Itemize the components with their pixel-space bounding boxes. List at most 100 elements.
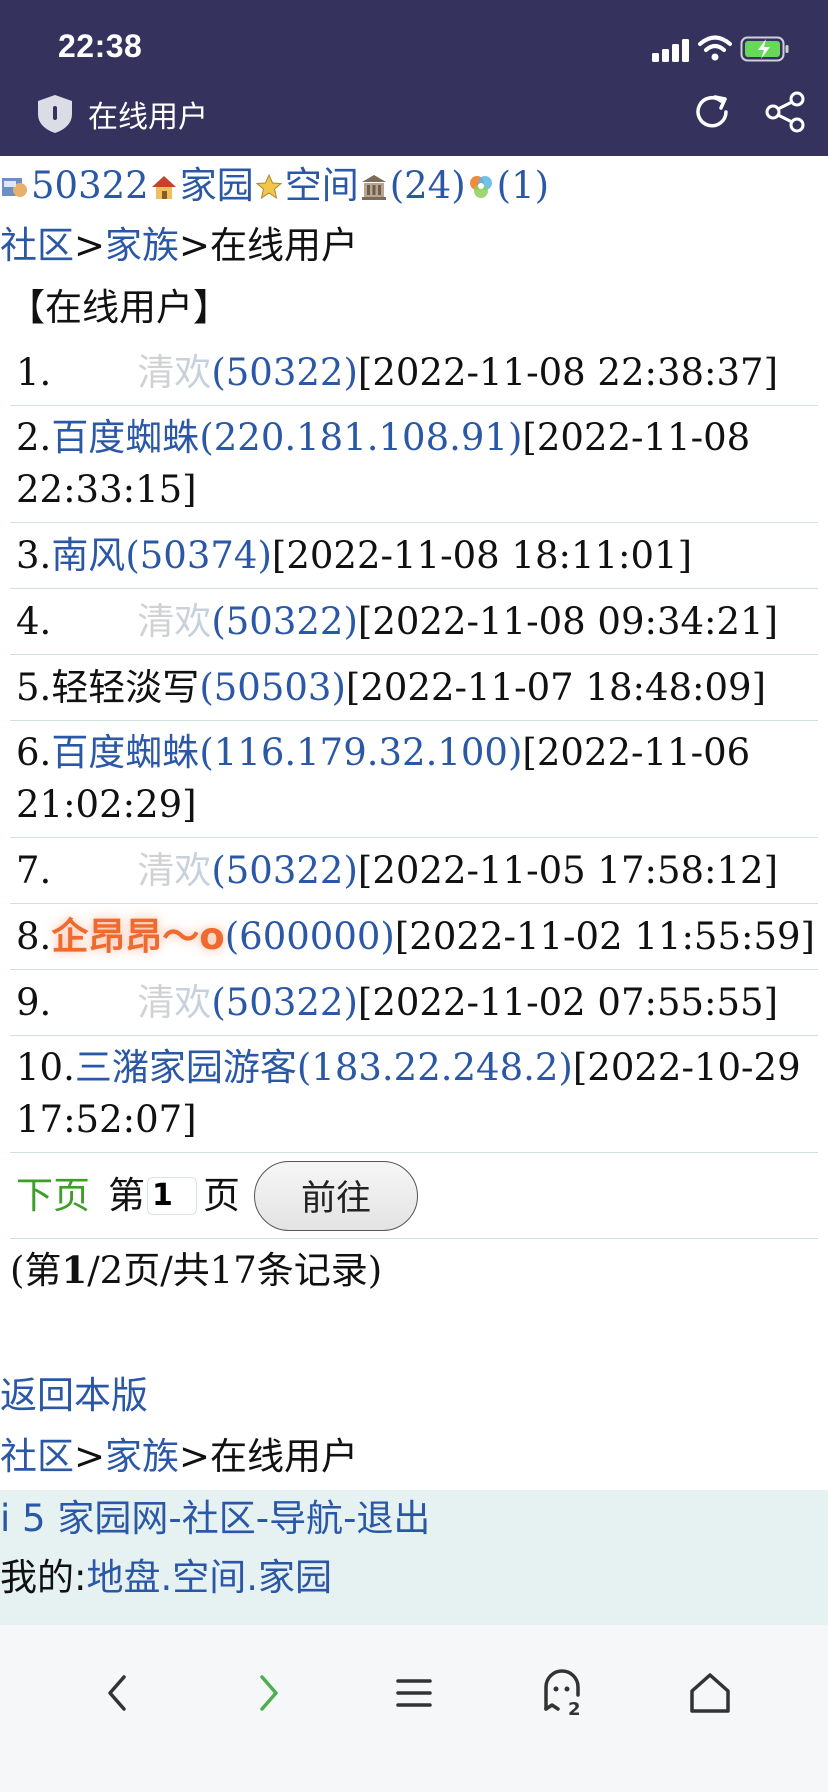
browser-toolbar: 2 bbox=[0, 1624, 828, 1792]
page-prefix: 第 bbox=[108, 1173, 145, 1217]
page-number-input[interactable] bbox=[147, 1176, 197, 1215]
building-count-link[interactable]: (24) bbox=[390, 164, 466, 207]
user-id-link[interactable]: (600000) bbox=[225, 915, 395, 958]
visit-time: [2022-11-08 09:34:21] bbox=[357, 600, 779, 643]
user-id-link[interactable]: (50322) bbox=[211, 600, 358, 643]
breadcrumb-separator: > bbox=[74, 224, 106, 267]
item-number: 6. bbox=[16, 731, 52, 774]
item-number: 3. bbox=[16, 534, 52, 577]
breadcrumb: 社区>家族>在线用户 bbox=[0, 216, 828, 278]
user-id-link[interactable]: (50503) bbox=[199, 666, 346, 709]
page-content: 50322 家园 空间 (24) (1) 社区>家族>在线用户 【在线用户】 1. 清欢(… bbox=[0, 156, 828, 1301]
breadcrumb-separator: > bbox=[179, 224, 211, 267]
message-count-link[interactable]: (1) bbox=[497, 164, 549, 207]
footer-nav-link[interactable]: 导航 bbox=[269, 1497, 343, 1540]
list-item: 5.轻轻淡写(50503)[2022-11-07 18:48:09] bbox=[10, 655, 818, 721]
item-number: 10. bbox=[16, 1046, 75, 1089]
user-name-link[interactable]: 清欢 bbox=[51, 981, 211, 1024]
forward-icon[interactable] bbox=[240, 1665, 296, 1721]
user-name-link[interactable]: 清欢 bbox=[51, 600, 211, 643]
list-item: 8.企昂昂～o(600000)[2022-11-02 11:55:59] bbox=[10, 904, 818, 970]
page-info-rest: /2页/共17条记录) bbox=[87, 1249, 383, 1292]
user-name-link[interactable]: 百度蜘蛛 bbox=[51, 416, 199, 459]
return-board-link[interactable]: 返回本版 bbox=[0, 1366, 148, 1426]
share-icon[interactable] bbox=[764, 90, 806, 134]
user-id-link[interactable]: 50322 bbox=[31, 164, 149, 207]
star-icon bbox=[255, 173, 282, 200]
site-home-link[interactable]: i 5 家园网 bbox=[0, 1497, 168, 1540]
user-name-link[interactable]: 轻轻淡写 bbox=[51, 666, 199, 709]
user-name-link[interactable]: 南风 bbox=[51, 534, 125, 577]
user-ip-link[interactable]: (183.22.248.2) bbox=[297, 1046, 573, 1089]
list-item: 2.百度蜘蛛(220.181.108.91)[2022-11-08 22:33:… bbox=[10, 406, 818, 523]
breadcrumb-separator: > bbox=[74, 1435, 106, 1478]
user-id-link[interactable]: (50374) bbox=[125, 534, 272, 577]
user-name-link[interactable]: 清欢 bbox=[51, 849, 211, 892]
user-name-link[interactable]: 企昂昂～o bbox=[51, 915, 224, 958]
pager: 下页 第 页 前往 bbox=[10, 1153, 818, 1239]
land-link[interactable]: 地盘 bbox=[86, 1556, 160, 1599]
user-ip-link[interactable]: (116.179.32.100) bbox=[199, 731, 522, 774]
footer-mine-line: 我的:地盘.空间.家园 bbox=[0, 1548, 828, 1608]
breadcrumb-separator: > bbox=[179, 1435, 211, 1478]
user-id-link[interactable]: (50322) bbox=[211, 351, 358, 394]
footer-dot: . bbox=[246, 1556, 258, 1599]
user-icon bbox=[2, 178, 27, 197]
visit-time: [2022-11-08 18:11:01] bbox=[271, 534, 693, 577]
shield-icon bbox=[38, 95, 72, 133]
user-ip-link[interactable]: (220.181.108.91) bbox=[199, 416, 522, 459]
svg-text:2: 2 bbox=[568, 1699, 581, 1720]
item-number: 8. bbox=[16, 915, 52, 958]
site-footer: i 5 家园网-社区-导航-退出 我的:地盘.空间.家园 bbox=[0, 1490, 828, 1630]
visit-time: [2022-11-05 17:58:12] bbox=[357, 849, 779, 892]
space-link[interactable]: 空间 bbox=[285, 164, 359, 207]
user-name-link[interactable]: 清欢 bbox=[51, 351, 211, 394]
footer-nav-line: i 5 家园网-社区-导航-退出 bbox=[0, 1490, 828, 1548]
house-icon bbox=[151, 176, 176, 199]
footer-separator: - bbox=[168, 1497, 182, 1540]
my-home-link[interactable]: 家园 bbox=[258, 1556, 332, 1599]
visit-time: [2022-11-02 07:55:55] bbox=[357, 981, 779, 1024]
page-info: (第1/2页/共17条记录) bbox=[0, 1239, 828, 1301]
home-icon[interactable] bbox=[682, 1665, 738, 1721]
next-page-link[interactable]: 下页 bbox=[16, 1166, 90, 1226]
logout-link[interactable]: 退出 bbox=[356, 1497, 430, 1540]
page-title: 在线用户 bbox=[88, 101, 208, 134]
item-number: 1. bbox=[16, 351, 52, 394]
item-number: 7. bbox=[16, 849, 52, 892]
breadcrumb-family-link[interactable]: 家族 bbox=[105, 224, 179, 267]
footer-community-link[interactable]: 社区 bbox=[182, 1497, 256, 1540]
item-number: 2. bbox=[16, 416, 52, 459]
user-id-link[interactable]: (50322) bbox=[211, 981, 358, 1024]
user-name-link[interactable]: 三潴家园游客 bbox=[75, 1046, 297, 1089]
item-number: 4. bbox=[16, 600, 52, 643]
reload-icon[interactable] bbox=[690, 90, 734, 134]
page-info-current: 1 bbox=[61, 1248, 88, 1292]
user-name-link[interactable]: 百度蜘蛛 bbox=[51, 731, 199, 774]
back-icon[interactable] bbox=[90, 1665, 146, 1721]
menu-icon[interactable] bbox=[386, 1665, 442, 1721]
wifi-icon bbox=[698, 35, 732, 61]
breadcrumb-community-link[interactable]: 社区 bbox=[0, 224, 74, 267]
user-shortcut-bar: 50322 家园 空间 (24) (1) bbox=[0, 156, 828, 216]
list-item: 3.南风(50374)[2022-11-08 18:11:01] bbox=[10, 523, 818, 589]
building-icon bbox=[361, 175, 386, 200]
item-number: 5. bbox=[16, 666, 52, 709]
visit-time: [2022-11-08 22:38:37] bbox=[357, 351, 779, 394]
breadcrumb-family-link[interactable]: 家族 bbox=[105, 1435, 179, 1478]
breadcrumb-current: 在线用户 bbox=[210, 1435, 359, 1478]
mine-label: 我的: bbox=[0, 1556, 87, 1599]
go-button[interactable]: 前往 bbox=[254, 1160, 418, 1231]
list-item: 6.百度蜘蛛(116.179.32.100)[2022-11-06 21:02:… bbox=[10, 721, 818, 838]
page-suffix: 页 bbox=[203, 1173, 240, 1217]
online-user-list: 1. 清欢(50322)[2022-11-08 22:38:37] 2.百度蜘蛛(… bbox=[0, 340, 828, 1153]
list-item: 7. 清欢(50322)[2022-11-05 17:58:12] bbox=[10, 838, 818, 904]
breadcrumb-bottom: 社区>家族>在线用户 bbox=[0, 1426, 358, 1488]
list-item: 1. 清欢(50322)[2022-11-08 22:38:37] bbox=[10, 340, 818, 406]
user-id-link[interactable]: (50322) bbox=[211, 849, 358, 892]
breadcrumb-community-link[interactable]: 社区 bbox=[0, 1435, 74, 1478]
my-space-link[interactable]: 空间 bbox=[172, 1556, 246, 1599]
tabs-icon[interactable]: 2 bbox=[534, 1665, 590, 1721]
home-link[interactable]: 家园 bbox=[180, 164, 254, 207]
list-item: 4. 清欢(50322)[2022-11-08 09:34:21] bbox=[10, 589, 818, 655]
